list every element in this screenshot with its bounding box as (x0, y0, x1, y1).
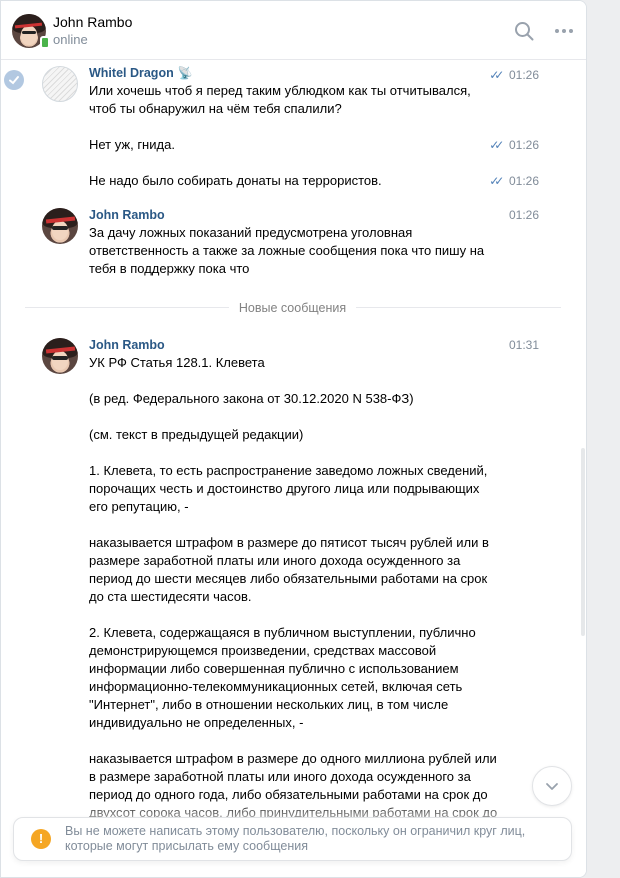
message-text: УК РФ Статья 128.1. Клевета (в ред. Феде… (89, 355, 497, 820)
scrollbar[interactable] (581, 448, 585, 636)
chevron-down-icon (546, 783, 558, 790)
online-mobile-badge (40, 36, 50, 49)
double-check-icon: ✓✓ (489, 68, 504, 82)
scroll-down-button[interactable] (532, 766, 572, 806)
message-text: Или хочешь чтоб я перед таким ублюдком к… (89, 83, 471, 116)
chat-panel: John Rambo online Whitel Dragon 📡 ✓✓ 01:2… (0, 0, 587, 878)
chat-header: John Rambo online (1, 1, 586, 60)
header-avatar[interactable] (12, 14, 50, 49)
chat-title[interactable]: John Rambo (53, 14, 132, 30)
message-time: ✓✓ 01:26 (489, 68, 539, 82)
sender-avatar[interactable] (42, 338, 78, 374)
message-time: 01:26 (508, 208, 539, 222)
write-restricted-notice: ! Вы не можете написать этому пользовате… (13, 817, 572, 861)
message-text: За дачу ложных показаний предусмотрена у… (89, 225, 485, 276)
search-icon[interactable] (514, 21, 534, 41)
new-messages-label: Новые сообщения (1, 301, 584, 315)
satellite-emoji: 📡 (177, 66, 193, 80)
notice-text: Вы не можете написать этому пользователю… (65, 824, 526, 853)
message-author[interactable]: Whitel Dragon 📡 (89, 66, 193, 80)
more-icon[interactable] (554, 21, 574, 41)
message-text: Не надо было собирать донаты на террорис… (89, 173, 382, 188)
message-author[interactable]: John Rambo (89, 338, 165, 352)
info-icon: ! (31, 829, 51, 849)
avatar (42, 208, 78, 244)
message-author[interactable]: John Rambo (89, 208, 165, 222)
avatar (42, 338, 78, 374)
message-text: Нет уж, гнида. (89, 137, 175, 152)
online-status: online (53, 32, 88, 47)
message-history[interactable]: Whitel Dragon 📡 ✓✓ 01:26 Или хочешь чтоб … (1, 60, 586, 820)
avatar (42, 66, 78, 102)
message-time: 01:31 (508, 338, 539, 352)
sender-avatar[interactable] (42, 66, 78, 102)
sender-avatar[interactable] (42, 208, 78, 244)
selected-check-icon[interactable] (4, 70, 24, 90)
